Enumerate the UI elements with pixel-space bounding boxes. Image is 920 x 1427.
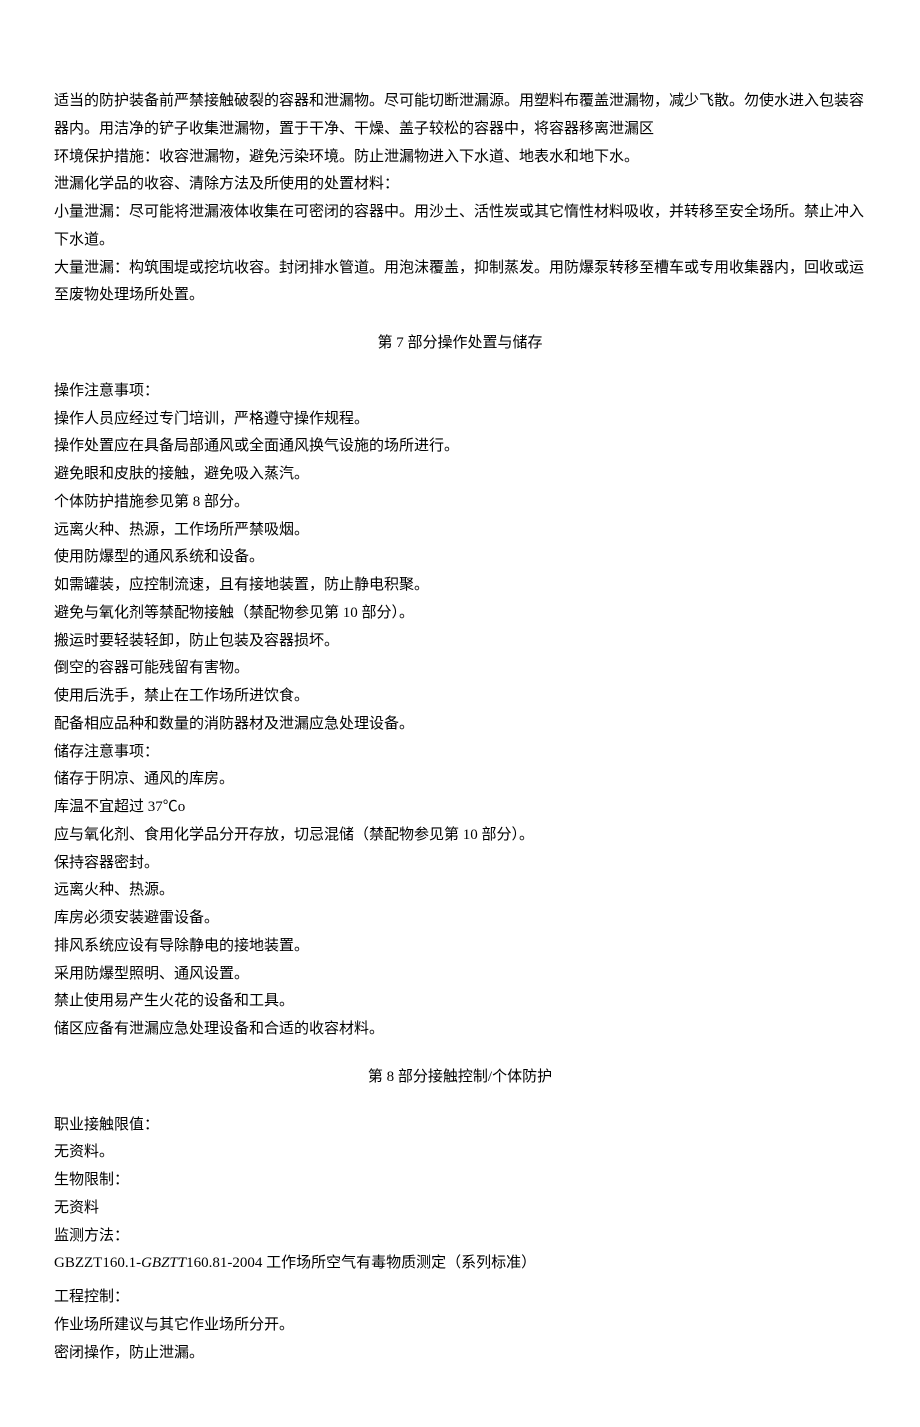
s7-line: 库房必须安装避雷设备。 [54,905,866,933]
s8-engineering-control-label: 工程控制： [54,1284,866,1312]
s8-line: 密闭操作，防止泄漏。 [54,1340,866,1368]
section-8-heading: 第 8 部分接触控制/个体防护 [54,1064,866,1092]
s8-line: 作业场所建议与其它作业场所分开。 [54,1312,866,1340]
s8-biological-limit-label: 生物限制： [54,1167,866,1195]
intro-p2: 环境保护措施：收容泄漏物，避免污染环境。防止泄漏物进入下水道、地表水和地下水。 [54,144,866,172]
s7-line: 倒空的容器可能残留有害物。 [54,655,866,683]
s7-line: 排风系统应设有导除静电的接地装置。 [54,933,866,961]
s7-storage-notes-label: 储存注意事项： [54,739,866,767]
s7-line: 使用后洗手，禁止在工作场所进饮食。 [54,683,866,711]
section-7-heading: 第 7 部分操作处置与储存 [54,330,866,358]
s8-std-part-a: GBZZT160.1- [54,1255,141,1271]
intro-p3: 泄漏化学品的收容、清除方法及所使用的处置材料： [54,171,866,199]
intro-p4: 小量泄漏：尽可能将泄漏液体收集在可密闭的容器中。用沙土、活性炭或其它惰性材料吸收… [54,199,866,255]
s7-line: 保持容器密封。 [54,850,866,878]
s7-line: 远离火种、热源。 [54,877,866,905]
s7-line: 配备相应品种和数量的消防器材及泄漏应急处理设备。 [54,711,866,739]
s7-line: 储存于阴凉、通风的库房。 [54,766,866,794]
s7-line: 避免与氧化剂等禁配物接触（禁配物参见第 10 部分）。 [54,600,866,628]
s8-monitoring-method-label: 监测方法： [54,1223,866,1251]
intro-p1: 适当的防护装备前严禁接触破裂的容器和泄漏物。尽可能切断泄漏源。用塑料布覆盖泄漏物… [54,88,866,144]
s7-line: 远离火种、热源，工作场所严禁吸烟。 [54,517,866,545]
s7-line: 个体防护措施参见第 8 部分。 [54,489,866,517]
s8-occupational-limit-label: 职业接触限值： [54,1112,866,1140]
s8-std-part-c: 160.81-2004 工作场所空气有毒物质测定（系列标准） [186,1255,536,1271]
s7-line: 采用防爆型照明、通风设置。 [54,961,866,989]
s7-line: 如需罐装，应控制流速，且有接地装置，防止静电积聚。 [54,572,866,600]
s7-line: 储区应备有泄漏应急处理设备和合适的收容材料。 [54,1016,866,1044]
s8-std-part-b: GBZTT [141,1255,186,1271]
s8-standard-line: GBZZT160.1-GBZTT160.81-2004 工作场所空气有毒物质测定… [54,1250,866,1278]
s7-line: 应与氧化剂、食用化学品分开存放，切忌混储（禁配物参见第 10 部分）。 [54,822,866,850]
s7-line: 使用防爆型的通风系统和设备。 [54,544,866,572]
s7-line: 避免眼和皮肤的接触，避免吸入蒸汽。 [54,461,866,489]
s8-line: 无资料。 [54,1139,866,1167]
s8-line: 无资料 [54,1195,866,1223]
s7-operation-notes-label: 操作注意事项： [54,378,866,406]
intro-p5: 大量泄漏：构筑围堤或挖坑收容。封闭排水管道。用泡沫覆盖，抑制蒸发。用防爆泵转移至… [54,255,866,311]
s7-line: 禁止使用易产生火花的设备和工具。 [54,988,866,1016]
s7-line: 操作处置应在具备局部通风或全面通风换气设施的场所进行。 [54,433,866,461]
s7-line: 操作人员应经过专门培训，严格遵守操作规程。 [54,406,866,434]
s7-line: 库温不宜超过 37℃o [54,794,866,822]
s7-line: 搬运时要轻装轻卸，防止包装及容器损坏。 [54,628,866,656]
